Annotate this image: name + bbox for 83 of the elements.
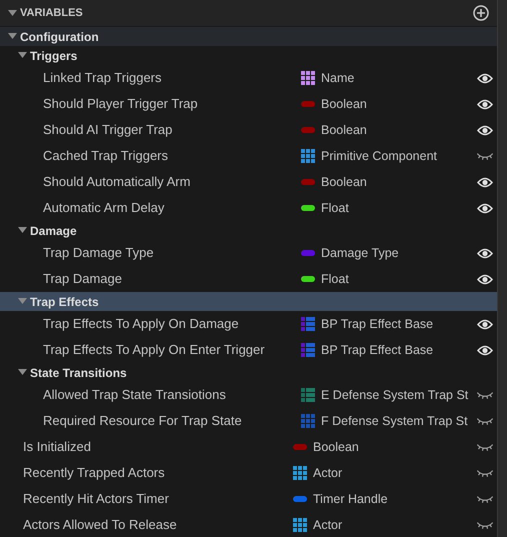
closed-eye-icon[interactable] — [477, 522, 493, 528]
variable-name: Recently Trapped Actors — [23, 464, 165, 482]
variable-row[interactable]: Linked Trap Triggers Name — [0, 65, 497, 91]
variable-row[interactable]: Trap Effects To Apply On Damage BP Trap Effect Base — [0, 311, 497, 337]
category-label: Configuration — [20, 28, 99, 46]
closed-eye-icon[interactable] — [477, 392, 493, 398]
variable-name: Cached Trap Triggers — [43, 147, 168, 166]
variable-row[interactable]: Recently Trapped Actors Actor — [0, 460, 497, 486]
add-icon[interactable] — [473, 5, 489, 21]
type-label: Actor — [313, 464, 342, 482]
type-label: Timer Handle — [313, 490, 388, 508]
variable-name: Trap Damage — [43, 270, 122, 288]
eye-icon[interactable] — [477, 72, 493, 84]
variable-row[interactable]: Cached Trap Triggers Primitive Component — [0, 143, 497, 169]
variable-row[interactable]: Trap Effects To Apply On Enter Trigger BP Trap Effect Base — [0, 337, 497, 363]
variable-name: Should Player Trigger Trap — [43, 95, 198, 114]
category-label: State Transitions — [30, 364, 127, 382]
expand-arrow-icon[interactable] — [18, 369, 27, 376]
closed-eye-icon[interactable] — [477, 496, 493, 502]
variable-name: Trap Effects To Apply On Damage — [43, 315, 239, 334]
type-label: Name — [321, 70, 354, 87]
variable-row[interactable]: Should Player Trigger Trap Boolean — [0, 91, 497, 117]
category-label: Damage — [30, 222, 77, 240]
category-row[interactable]: Damage — [0, 221, 497, 240]
variable-row[interactable]: Recently Hit Actors Timer Timer Handle — [0, 486, 497, 512]
eye-icon[interactable] — [477, 176, 493, 188]
category-row[interactable]: State Transitions — [0, 363, 497, 382]
expand-arrow-icon[interactable] — [18, 227, 27, 234]
variable-name: Linked Trap Triggers — [43, 69, 162, 88]
variable-row[interactable]: Trap Damage Type Damage Type — [0, 240, 497, 266]
eye-icon[interactable] — [477, 202, 493, 214]
type-label: Boolean — [313, 438, 359, 456]
type-label: Damage Type — [321, 244, 399, 262]
type-label: Float — [321, 200, 349, 217]
closed-eye-icon[interactable] — [477, 152, 493, 160]
variable-row[interactable]: Actors Allowed To Release Actor — [0, 512, 497, 537]
type-label: BP Trap Effect Base — [321, 316, 434, 333]
eye-icon[interactable] — [477, 344, 493, 356]
type-label: Actor — [313, 516, 342, 534]
category-row[interactable]: Triggers — [0, 46, 497, 65]
variable-name: Actors Allowed To Release — [23, 516, 177, 534]
type-label: Boolean — [321, 174, 367, 191]
variable-name: Automatic Arm Delay — [43, 199, 164, 218]
variable-name: Should Automatically Arm — [43, 173, 190, 192]
variable-name: Allowed Trap State Transiotions — [43, 386, 226, 404]
variable-name: Is Initialized — [23, 438, 91, 456]
type-label: Boolean — [321, 96, 367, 113]
variable-name: Recently Hit Actors Timer — [23, 490, 169, 508]
variable-row[interactable]: Is Initialized Boolean — [0, 434, 497, 460]
variable-name: Trap Effects To Apply On Enter Trigger — [43, 341, 265, 360]
type-label: F Defense System Trap St — [321, 412, 468, 430]
category-label: Triggers — [30, 48, 78, 64]
expand-arrow-icon[interactable] — [8, 10, 17, 16]
expand-arrow-icon[interactable] — [18, 52, 27, 59]
eye-icon[interactable] — [477, 274, 493, 284]
variable-name: Required Resource For Trap State — [43, 412, 242, 430]
type-label: Float — [321, 270, 349, 288]
eye-icon[interactable] — [477, 318, 493, 330]
closed-eye-icon[interactable] — [477, 418, 493, 424]
eye-icon[interactable] — [477, 98, 493, 110]
variable-row[interactable]: Trap Damage Float — [0, 266, 497, 292]
eye-icon[interactable] — [477, 124, 493, 136]
category-row[interactable]: Trap Effects — [0, 292, 497, 311]
section-header[interactable]: VARIABLES — [0, 0, 497, 26]
closed-eye-icon[interactable] — [477, 470, 493, 476]
variable-row[interactable]: Should AI Trigger Trap Boolean — [0, 117, 497, 143]
variable-row[interactable]: Required Resource For Trap State F Defense System Trap St — [0, 408, 497, 434]
variable-name: Should AI Trigger Trap — [43, 121, 172, 140]
expand-arrow-icon[interactable] — [8, 33, 17, 40]
type-label: Primitive Component — [321, 148, 438, 165]
category-row[interactable]: Configuration — [0, 27, 497, 46]
type-label: BP Trap Effect Base — [321, 342, 434, 359]
section-title: VARIABLES — [20, 6, 83, 21]
type-label: Boolean — [321, 122, 367, 139]
eye-icon[interactable] — [477, 248, 493, 258]
type-label: E Defense System Trap St — [321, 386, 468, 404]
closed-eye-icon[interactable] — [477, 444, 493, 450]
variable-row[interactable]: Automatic Arm Delay Float — [0, 195, 497, 221]
expand-arrow-icon[interactable] — [18, 298, 27, 305]
variable-name: Trap Damage Type — [43, 244, 154, 262]
variable-row[interactable]: Should Automatically Arm Boolean — [0, 169, 497, 195]
variable-row[interactable]: Allowed Trap State Transiotions E Defense System Trap St — [0, 382, 497, 408]
category-label: Trap Effects — [30, 294, 99, 310]
